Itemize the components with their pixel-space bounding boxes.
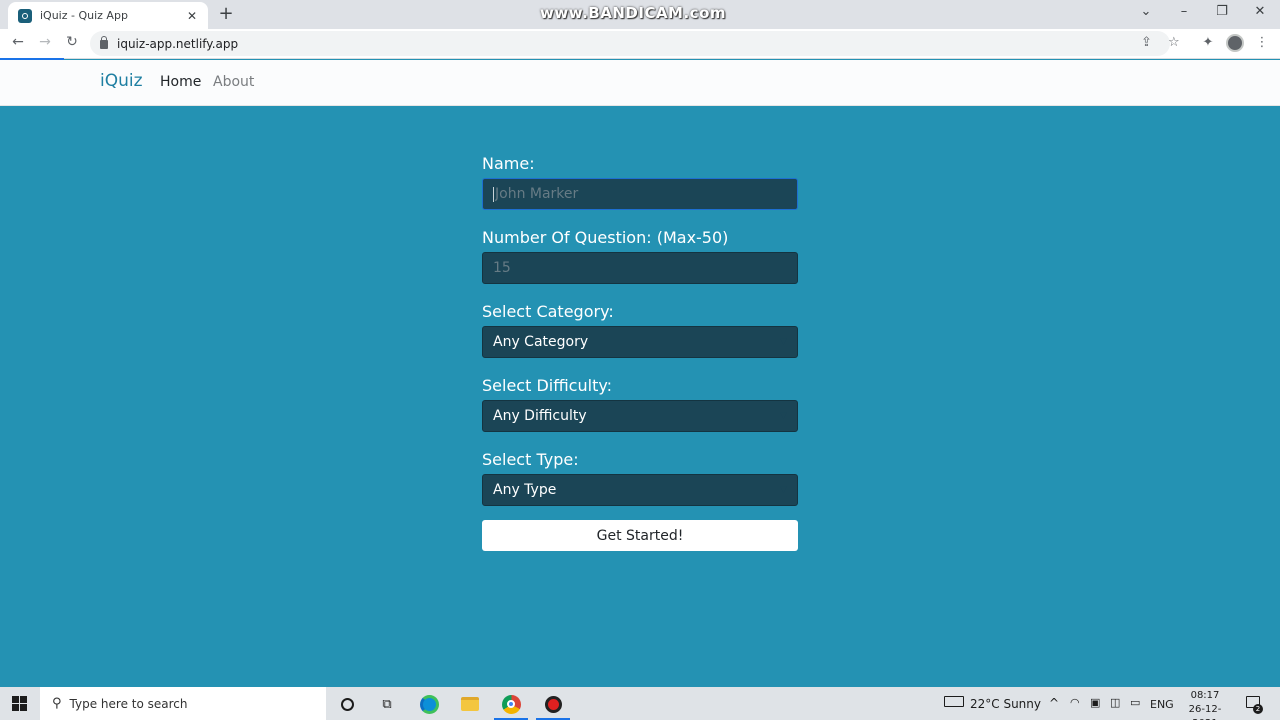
forward-button[interactable]: →	[35, 34, 55, 50]
question-count-input[interactable]	[493, 260, 787, 276]
task-view-icon[interactable]: ⧉	[376, 693, 398, 715]
question-count-label: Number Of Question: (Max-50)	[482, 228, 729, 247]
taskbar-clock[interactable]: 08:17 26-12-2021	[1180, 689, 1230, 720]
quiz-setup-form: Name: Number Of Question: (Max-50) Selec…	[482, 150, 798, 551]
chevron-down-icon: ▼	[780, 337, 787, 347]
address-bar[interactable]: iquiz-app.netlify.app	[90, 31, 1170, 56]
weather-icon[interactable]	[944, 696, 964, 707]
name-input[interactable]	[495, 186, 787, 202]
back-button[interactable]: ←	[8, 34, 28, 50]
category-selected-value: Any Category	[493, 334, 589, 350]
windows-taskbar: ⚲ Type here to search ⧉ 22°C Sunny ^ ◠ ▣…	[0, 687, 1280, 720]
profile-avatar[interactable]	[1226, 34, 1244, 52]
browser-toolbar: ← → ↻ iquiz-app.netlify.app ⇪ ☆ ✦ ⋮	[0, 29, 1280, 59]
recording-watermark: www.BANDICAM.com	[540, 4, 727, 22]
difficulty-label: Select Difficulty:	[482, 376, 613, 395]
weather-status[interactable]: 22°C Sunny	[970, 697, 1041, 711]
reload-button[interactable]: ↻	[62, 34, 82, 50]
search-icon: ⚲	[52, 696, 62, 711]
chrome-browser-icon[interactable]	[500, 693, 522, 715]
type-selected-value: Any Type	[493, 482, 557, 498]
tab-close-icon[interactable]: ✕	[184, 9, 200, 23]
close-window-button[interactable]: ✕	[1250, 4, 1270, 19]
edge-browser-icon[interactable]	[418, 693, 440, 715]
browser-tab-strip: iQuiz - Quiz App ✕ + www.BANDICAM.com ⌄ …	[0, 0, 1280, 29]
text-cursor	[493, 186, 494, 202]
meet-now-icon[interactable]: ▣	[1090, 696, 1100, 709]
bookmark-star-icon[interactable]: ☆	[1168, 35, 1180, 50]
difficulty-selected-value: Any Difficulty	[493, 408, 587, 424]
category-label: Select Category:	[482, 302, 614, 321]
minimize-button[interactable]: –	[1174, 4, 1194, 19]
volume-icon[interactable]: ◫	[1110, 696, 1120, 709]
clock-time: 08:17	[1190, 690, 1220, 701]
taskbar-search-placeholder: Type here to search	[69, 696, 188, 711]
battery-icon[interactable]: ▭	[1130, 696, 1140, 709]
share-icon[interactable]: ⇪	[1141, 35, 1152, 50]
site-navbar: iQuiz Home About	[0, 60, 1280, 106]
url-text[interactable]: iquiz-app.netlify.app	[117, 37, 238, 51]
file-explorer-icon[interactable]	[459, 693, 481, 715]
tab-search-icon[interactable]: ⌄	[1136, 4, 1156, 19]
type-select[interactable]: Any Type ▼	[482, 474, 798, 506]
clock-date: 26-12-2021	[1188, 704, 1222, 720]
taskbar-search-box[interactable]: ⚲ Type here to search	[40, 687, 326, 720]
difficulty-select[interactable]: Any Difficulty ▼	[482, 400, 798, 432]
tab-title: iQuiz - Quiz App	[40, 9, 128, 22]
restore-button[interactable]: ❐	[1212, 4, 1232, 19]
network-icon[interactable]: ◠	[1070, 696, 1080, 709]
extensions-icon[interactable]: ✦	[1199, 35, 1217, 50]
question-count-field[interactable]	[482, 252, 798, 284]
browser-tab[interactable]: iQuiz - Quiz App ✕	[8, 2, 208, 29]
type-label: Select Type:	[482, 450, 579, 469]
notification-count-badge: 2	[1253, 704, 1263, 714]
browser-menu-icon[interactable]: ⋮	[1253, 35, 1271, 50]
language-indicator[interactable]: ENG	[1150, 698, 1174, 711]
site-favicon-icon	[18, 8, 32, 23]
bandicam-record-icon[interactable]	[542, 693, 564, 715]
nav-link-home[interactable]: Home	[160, 74, 201, 90]
name-field[interactable]	[482, 178, 798, 210]
chevron-down-icon: ▼	[780, 485, 787, 495]
get-started-button[interactable]: Get Started!	[482, 520, 798, 551]
chevron-down-icon: ▼	[780, 411, 787, 421]
lock-icon[interactable]	[100, 36, 108, 49]
name-label: Name:	[482, 154, 535, 173]
nav-link-about[interactable]: About	[213, 74, 254, 90]
site-brand[interactable]: iQuiz	[100, 71, 143, 91]
category-select[interactable]: Any Category ▼	[482, 326, 798, 358]
cortana-icon[interactable]	[336, 693, 358, 715]
tray-chevron-icon[interactable]: ^	[1049, 696, 1059, 710]
new-tab-button[interactable]: +	[216, 4, 236, 24]
windows-start-icon[interactable]	[12, 696, 27, 711]
